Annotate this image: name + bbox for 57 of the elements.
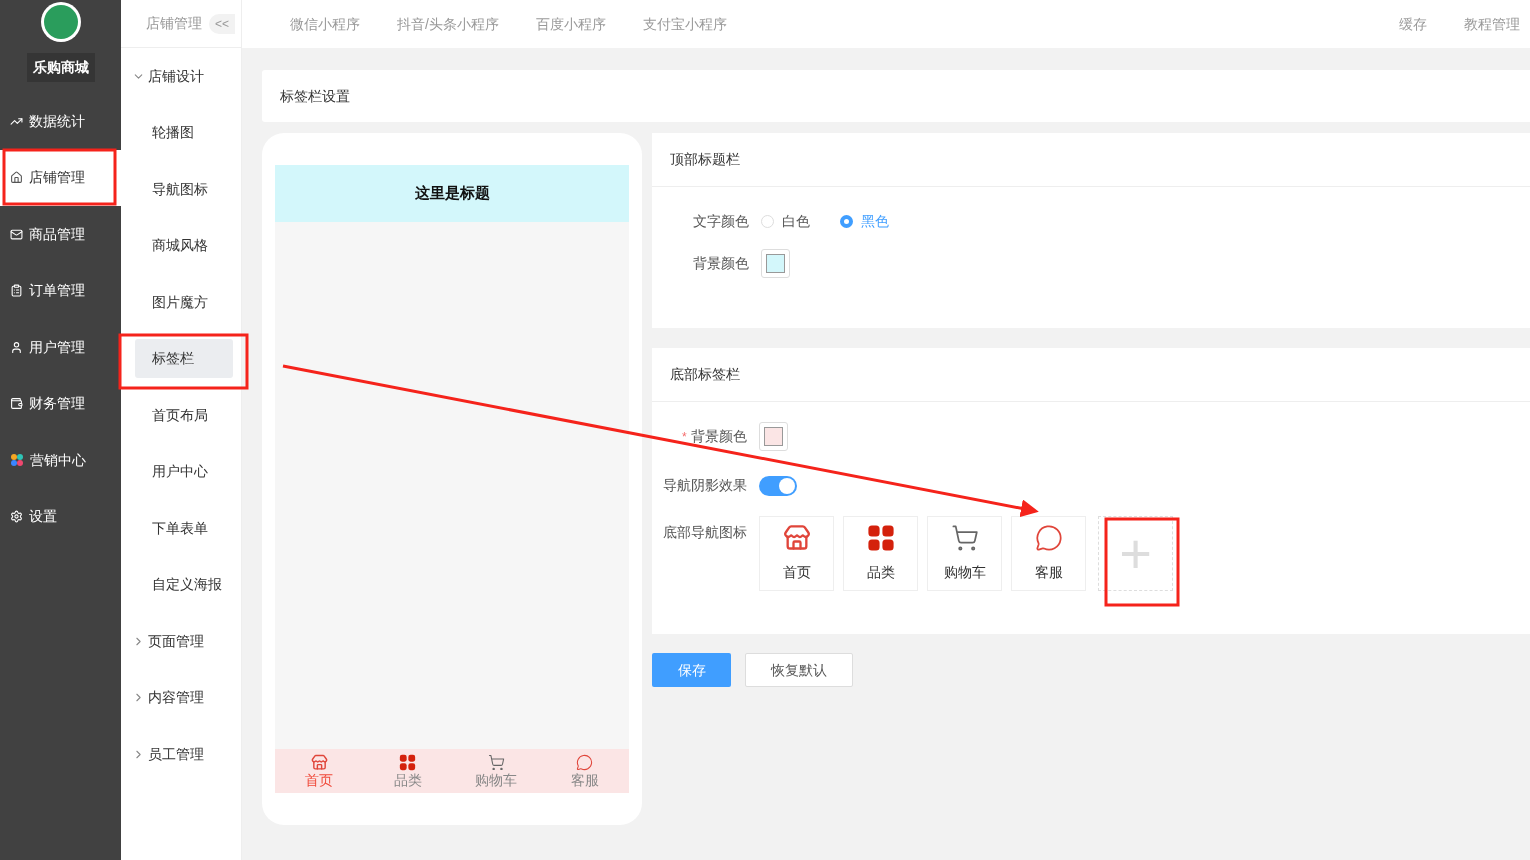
cart-icon	[950, 524, 979, 552]
sidebar-item[interactable]: 商品管理	[0, 206, 121, 263]
preview-title-bar: 这里是标题	[275, 165, 629, 222]
subnav-item[interactable]: 轮播图	[135, 113, 233, 153]
panel-heading: 顶部标题栏	[670, 150, 740, 169]
subnav-group[interactable]: 内容管理	[121, 669, 241, 726]
house-icon	[10, 171, 23, 185]
reset-button[interactable]: 恢复默认	[745, 653, 853, 687]
subnav-group[interactable]: 员工管理	[121, 726, 241, 783]
subnav-item[interactable]: 下单表单	[135, 508, 233, 548]
radio-option[interactable]: 白色	[761, 211, 810, 232]
sidebar-item[interactable]: 用户管理	[0, 319, 121, 376]
grid-icon	[399, 753, 417, 771]
settings-icon	[10, 510, 23, 524]
nav-icon-card[interactable]: 客服	[1011, 516, 1086, 591]
subnav-item[interactable]: 图片魔方	[135, 282, 233, 322]
toggle-switch[interactable]	[759, 475, 797, 496]
chat-icon	[576, 753, 594, 771]
nav-icon-card[interactable]: 首页	[759, 516, 834, 591]
subnav-item[interactable]: 商城风格	[135, 226, 233, 266]
sidebar-item[interactable]: 设置	[0, 488, 121, 545]
field-label: 背景颜色	[693, 254, 749, 273]
chat-icon	[1034, 524, 1063, 552]
subnav-item[interactable]: 导航图标	[135, 169, 233, 209]
field-label: 导航阴影效果	[663, 476, 747, 495]
nav-icon-card[interactable]: 购物车	[927, 516, 1002, 591]
subnav-group[interactable]: 页面管理	[121, 613, 241, 670]
subnav-group[interactable]: 店铺设计	[121, 48, 241, 105]
nav-icon-card[interactable]: 品类	[843, 516, 918, 591]
sidebar-item[interactable]: 数据统计	[0, 93, 121, 150]
flower-icon	[10, 453, 24, 468]
field-label: 底部导航图标	[663, 523, 747, 542]
subnav-item[interactable]: 用户中心	[135, 452, 233, 492]
clipboard-icon	[10, 284, 23, 298]
user-icon	[10, 340, 23, 354]
store-icon	[310, 753, 328, 771]
store-icon	[782, 524, 811, 552]
envelope-icon	[10, 227, 23, 241]
color-picker[interactable]	[761, 249, 790, 278]
wallet-icon	[10, 397, 23, 411]
sidebar-item[interactable]: 订单管理	[0, 262, 121, 319]
panel-heading: 底部标签栏	[670, 365, 740, 384]
required-mark: *	[682, 428, 687, 446]
page-title: 标签栏设置	[280, 86, 350, 106]
field-label: 背景颜色	[690, 427, 747, 446]
subnav-item[interactable]: 首页布局	[135, 395, 233, 435]
logo-icon	[40, 2, 81, 42]
subnav-title: 店铺管理	[146, 14, 202, 33]
sidebar-item[interactable]: 营销中心	[0, 432, 121, 489]
cart-icon	[487, 753, 505, 771]
field-label: 文字颜色	[693, 212, 749, 231]
grid-icon	[866, 524, 895, 552]
sidebar-item[interactable]: 财务管理	[0, 375, 121, 432]
subnav-item[interactable]: 自定义海报	[135, 565, 233, 605]
subnav-item[interactable]: 标签栏	[135, 339, 233, 379]
color-picker[interactable]	[758, 422, 788, 451]
brand-name: 乐购商城	[26, 53, 95, 82]
